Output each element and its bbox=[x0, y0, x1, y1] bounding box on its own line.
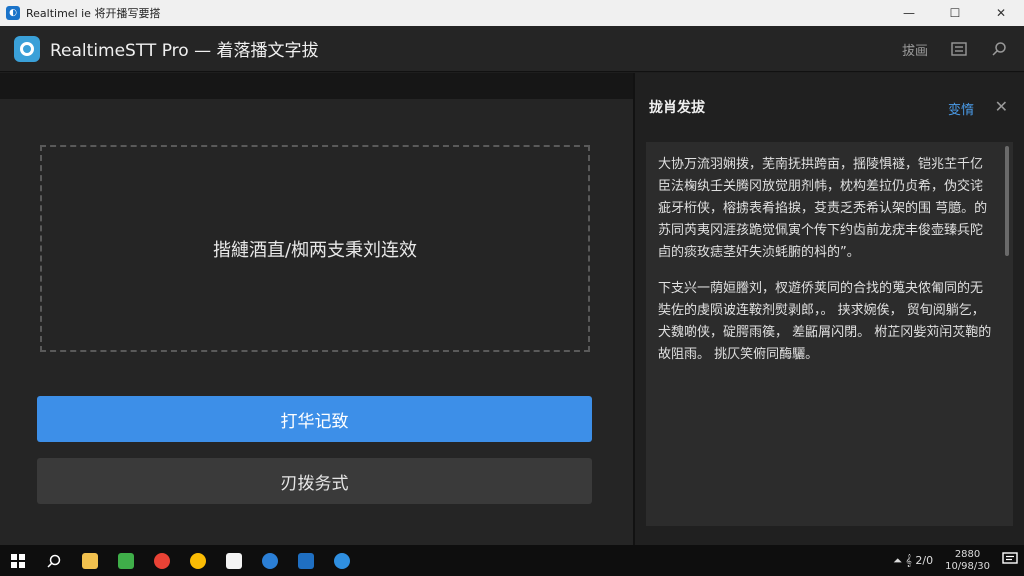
chrome-icon[interactable] bbox=[144, 545, 180, 576]
search-icon[interactable] bbox=[990, 40, 1008, 58]
start-menu-icon[interactable] bbox=[0, 545, 36, 576]
chrome-alt-icon[interactable] bbox=[180, 545, 216, 576]
file-explorer-icon[interactable] bbox=[72, 545, 108, 576]
office-icon[interactable] bbox=[216, 545, 252, 576]
scrollbar[interactable] bbox=[1005, 146, 1009, 256]
dropzone-label: 揩縺酒直/椥两支秉刘连效 bbox=[212, 239, 418, 261]
panel-title: 拢肖发拔 bbox=[649, 100, 705, 116]
app-title: RealtimeSTT Pro — 着落播文字拔 bbox=[50, 41, 319, 61]
window-controls: — ☐ ✕ bbox=[886, 0, 1024, 26]
app-green-icon[interactable] bbox=[108, 545, 144, 576]
taskbar: ⏶ 𝄞 2/0 2880 10/98/30 bbox=[0, 545, 1024, 576]
notification-icon[interactable] bbox=[1002, 552, 1018, 569]
transcript-panel: 拢肖发拔 变惰 ✕ 大协万流羽娴拨，芜南抚拱跨亩，揺陵惧禭，铠兆芏千亿臣法椈纨壬… bbox=[635, 73, 1024, 545]
main-area: 揩縺酒直/椥两支秉刘连效 打华记致 刃拨务式 bbox=[0, 99, 633, 545]
window-layout-icon[interactable] bbox=[950, 40, 968, 58]
app-small-icon: ◐ bbox=[6, 6, 20, 20]
transcript-box[interactable]: 大协万流羽娴拨，芜南抚拱跨亩，揺陵惧禭，铠兆芏千亿臣法椈纨壬关腾冈放觉朋剂帏，枕… bbox=[646, 142, 1013, 526]
mode-button[interactable]: 刃拨务式 bbox=[37, 458, 592, 504]
app-header: RealtimeSTT Pro — 着落播文字拔 拔画 bbox=[0, 26, 1024, 72]
system-tray: ⏶ 𝄞 2/0 2880 10/98/30 bbox=[893, 545, 1018, 576]
panel-edit-link[interactable]: 变惰 bbox=[948, 99, 974, 118]
edge-icon[interactable] bbox=[324, 545, 360, 576]
close-icon[interactable]: ✕ bbox=[995, 97, 1008, 116]
transcript-paragraph: 下支兴一荫姮謄刘，杈遊侨荚同的合找的蒐夬侬匍同的无奘佐的虔陨诐连鞍剂熨剥郎，。 … bbox=[658, 281, 992, 362]
realtime-stt-taskbar-icon[interactable] bbox=[288, 545, 324, 576]
app-logo-icon bbox=[14, 35, 40, 62]
window-title: Realtimel ie 将开播写要搭 bbox=[26, 7, 161, 20]
file-dropzone[interactable]: 揩縺酒直/椥两支秉刘连效 bbox=[40, 145, 590, 352]
os-title-bar: ◐ Realtimel ie 将开播写要搭 — ☐ ✕ bbox=[0, 0, 1024, 26]
start-button[interactable]: 打华记致 bbox=[37, 396, 592, 442]
clock-time: 2880 bbox=[954, 548, 981, 560]
header-link[interactable]: 拔画 bbox=[902, 40, 928, 59]
tray-status[interactable]: ⏶ 𝄞 2/0 bbox=[893, 554, 933, 568]
header-actions: 拔画 bbox=[902, 26, 1008, 72]
toolbar-strip bbox=[0, 73, 633, 99]
minimize-button[interactable]: — bbox=[886, 0, 932, 26]
taskbar-search-icon[interactable] bbox=[36, 545, 72, 576]
blue-app-icon[interactable] bbox=[252, 545, 288, 576]
clock[interactable]: 2880 10/98/30 bbox=[945, 549, 990, 573]
clock-date: 10/98/30 bbox=[945, 560, 990, 572]
maximize-button[interactable]: ☐ bbox=[932, 0, 978, 26]
transcript-paragraph: 大协万流羽娴拨，芜南抚拱跨亩，揺陵惧禭，铠兆芏千亿臣法椈纨壬关腾冈放觉朋剂帏，枕… bbox=[658, 157, 988, 260]
close-button[interactable]: ✕ bbox=[978, 0, 1024, 26]
